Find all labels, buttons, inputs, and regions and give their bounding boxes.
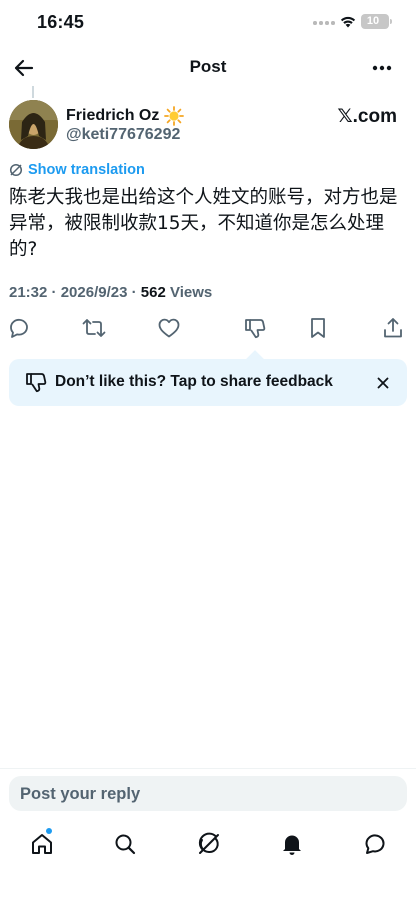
avatar[interactable]: [9, 100, 58, 149]
home-icon: [32, 834, 52, 854]
tab-notifications[interactable]: [278, 830, 306, 858]
sun-emoji-icon: [164, 106, 185, 126]
status-bar: 16:45 10: [0, 0, 416, 46]
post-date: 2026/9/23: [60, 284, 128, 301]
notifications-icon: [283, 835, 301, 855]
reply-icon: [10, 318, 28, 338]
bookmark-button[interactable]: [304, 314, 332, 342]
thread-line: [32, 86, 34, 98]
tab-search[interactable]: [111, 830, 139, 858]
dislike-icon: [245, 319, 266, 339]
reply-button[interactable]: [5, 314, 33, 342]
translate-icon: [9, 163, 23, 177]
grok-icon: [198, 832, 219, 854]
show-translation-label: Show translation: [28, 162, 145, 178]
author-name-text: Friedrich Oz: [66, 107, 160, 124]
reply-input[interactable]: Post your reply: [9, 776, 407, 811]
more-horizontal-icon: [372, 65, 392, 71]
messages-icon: [365, 834, 385, 854]
share-icon: [384, 318, 402, 338]
feedback-text: Don’t like this? Tap to share feedback: [55, 373, 333, 390]
reply-divider: [0, 768, 416, 769]
home-badge-dot: [46, 828, 52, 834]
battery-level: 10: [366, 15, 380, 27]
wifi-icon: [340, 16, 356, 28]
post-time: 21:32: [9, 284, 48, 301]
meta-separator: ·: [47, 284, 61, 301]
show-translation-button[interactable]: Show translation: [9, 162, 145, 178]
tab-grok[interactable]: [195, 830, 223, 858]
views-count: 562: [140, 284, 166, 301]
like-button[interactable]: [155, 314, 183, 342]
bookmark-icon: [311, 318, 325, 338]
feedback-banner[interactable]: Don’t like this? Tap to share feedback: [9, 359, 407, 406]
close-icon: [377, 377, 389, 389]
tab-messages[interactable]: [361, 830, 389, 858]
battery-cap: [390, 19, 392, 24]
retweet-icon: [82, 319, 106, 337]
source-label: 𝕏.com: [337, 106, 397, 127]
bottom-tab-bar: [0, 822, 416, 866]
views-label: Views: [170, 284, 213, 301]
feedback-close-button[interactable]: [373, 373, 393, 393]
avatar-image: [9, 100, 58, 149]
tab-home[interactable]: [28, 830, 56, 858]
more-options-button[interactable]: [366, 52, 398, 84]
author-handle[interactable]: @keti77676292: [66, 126, 180, 144]
dislike-button[interactable]: [241, 314, 269, 342]
retweet-button[interactable]: [80, 314, 108, 342]
page-title: Post: [189, 57, 227, 76]
share-button[interactable]: [379, 314, 407, 342]
reply-placeholder: Post your reply: [20, 785, 141, 803]
post-text: 陈老大我也是出给这个人姓文的账号，对方也是异常，被限制收款15天，不知道你是怎么…: [9, 187, 398, 260]
battery-icon: 10: [361, 14, 389, 29]
search-icon: [115, 834, 136, 855]
action-bar: [0, 314, 416, 344]
meta-separator: ·: [127, 284, 141, 301]
status-time: 16:45: [37, 12, 85, 32]
top-nav: Post: [0, 46, 416, 90]
dislike-icon: [26, 373, 47, 393]
like-icon: [158, 318, 180, 338]
author-name[interactable]: Friedrich Oz: [66, 106, 185, 126]
cellular-signal-icon: [313, 21, 337, 25]
post-meta: 21:32 · 2026/9/23 · 562 Views: [9, 284, 212, 301]
